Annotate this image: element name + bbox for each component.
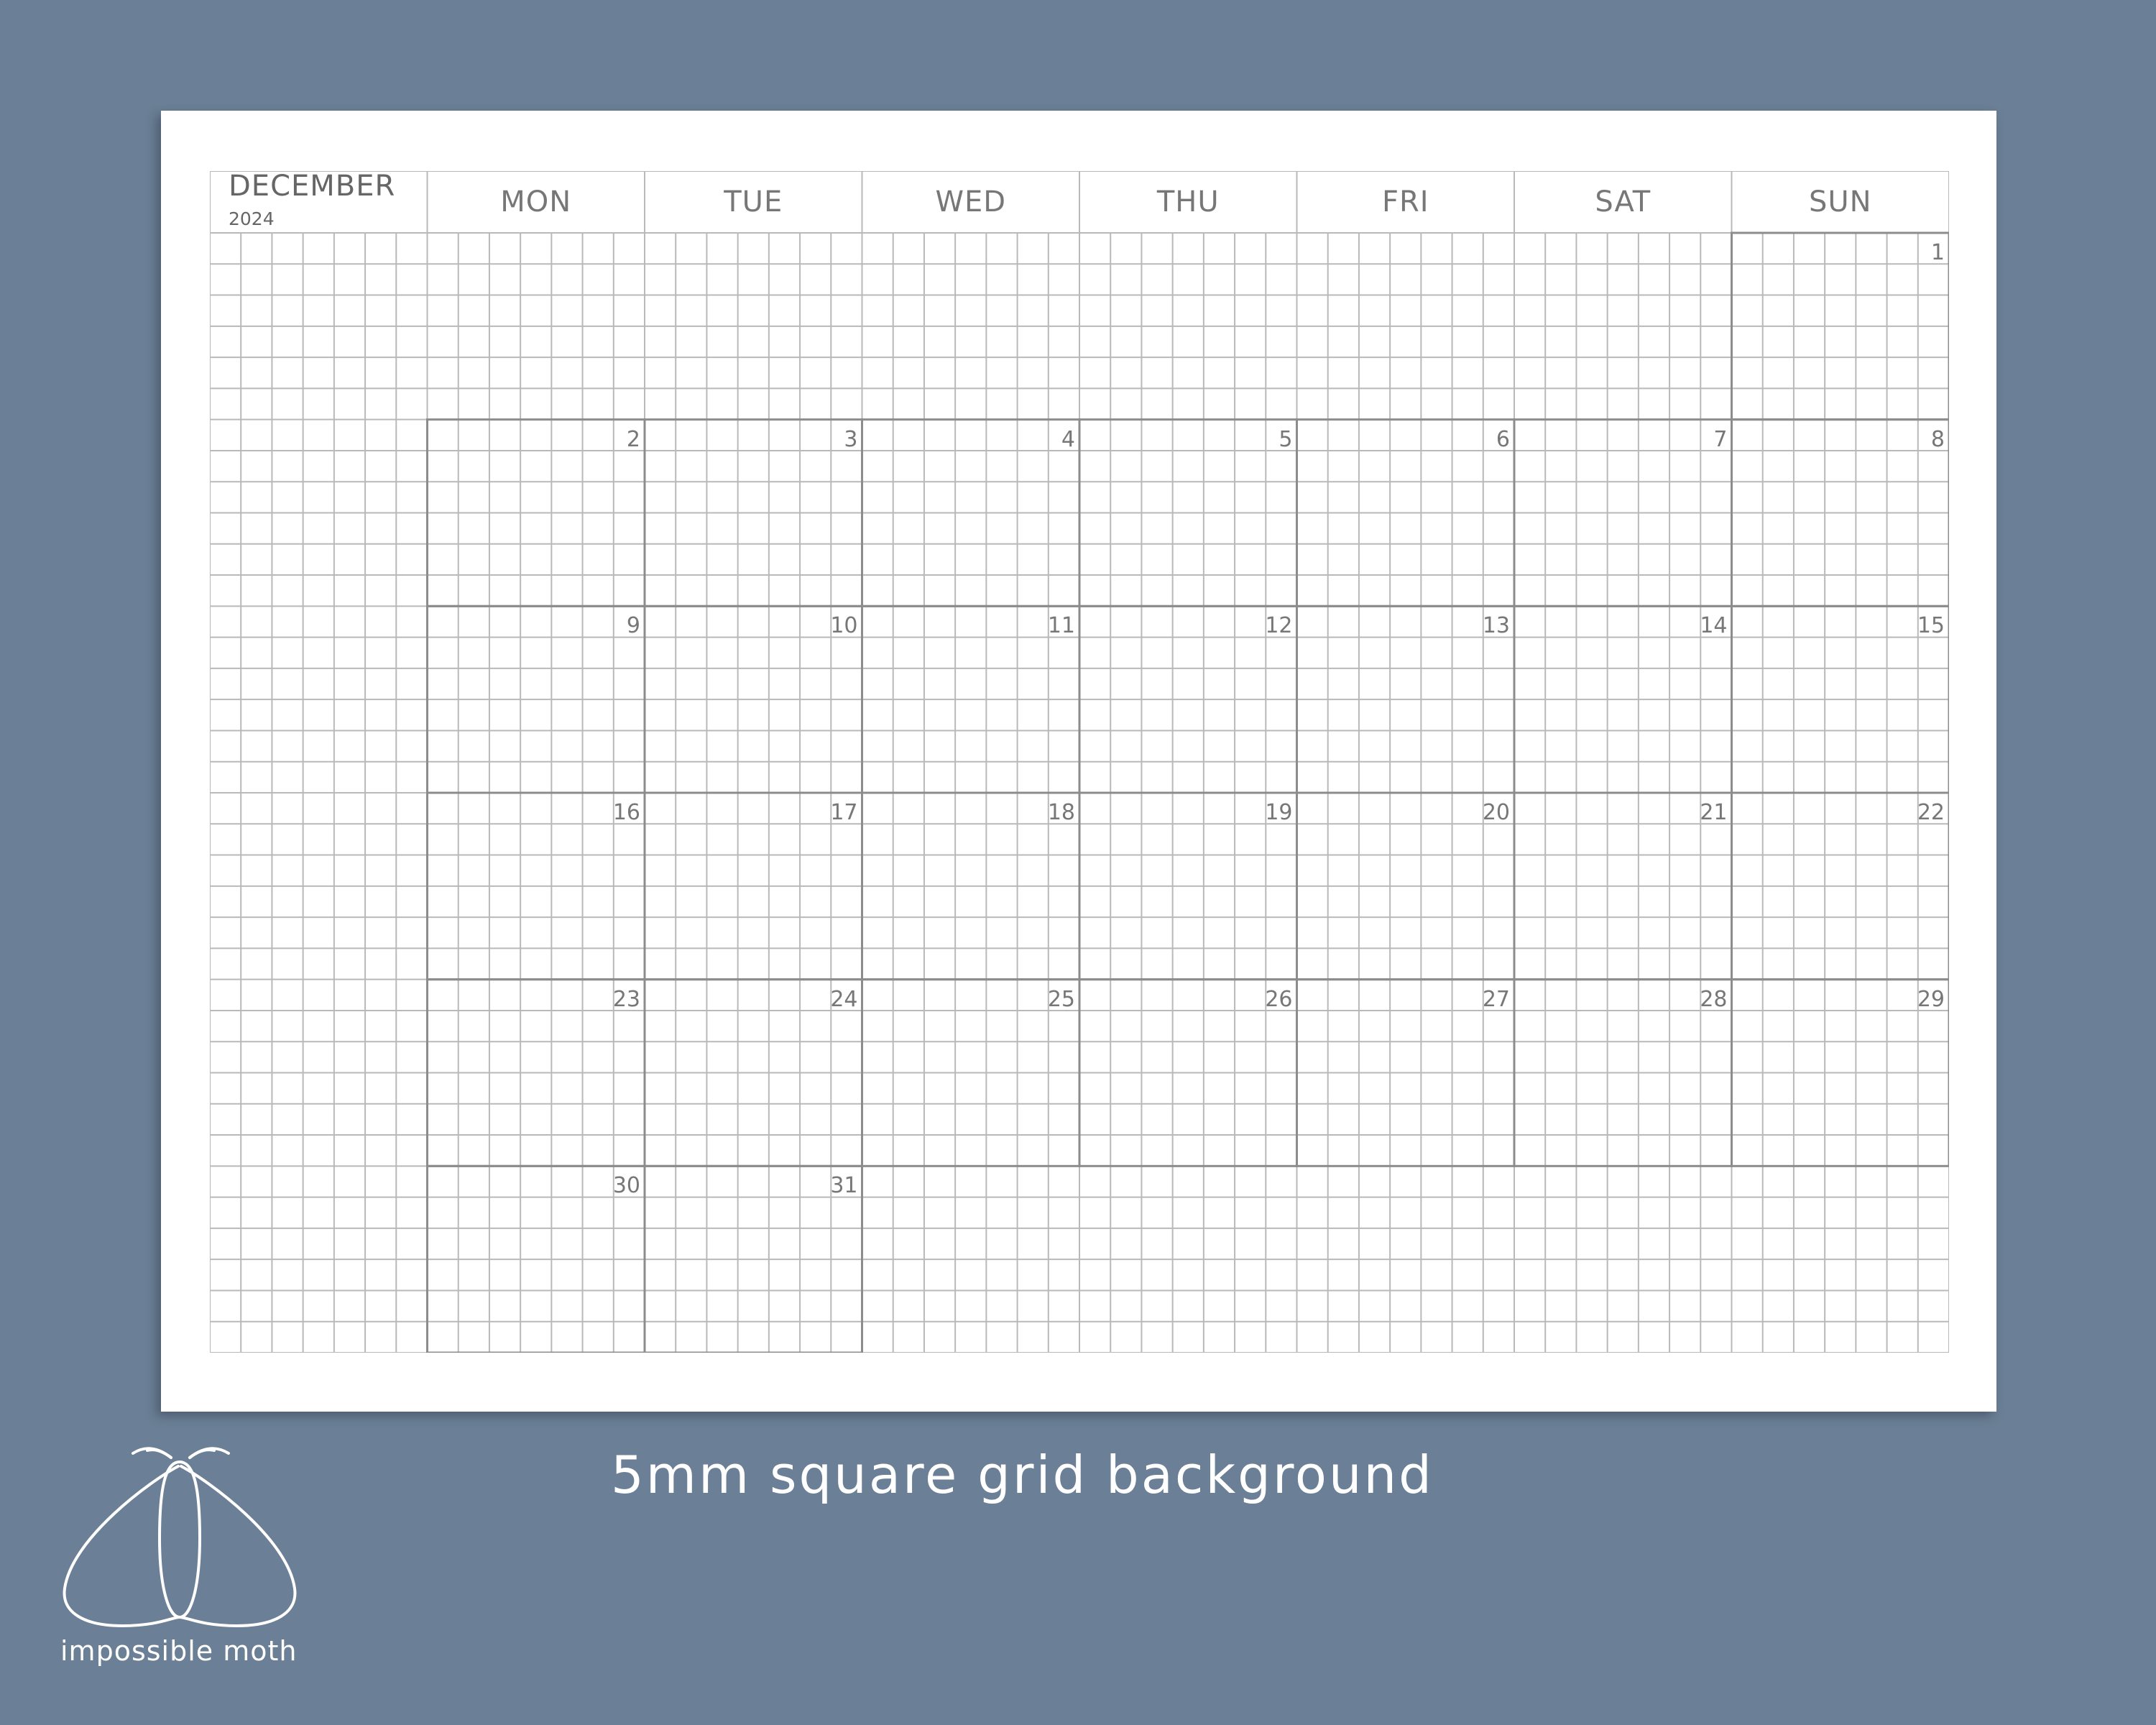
- day-number: 11: [1047, 613, 1075, 639]
- brand-name: impossible moth: [60, 1635, 298, 1667]
- day-number: 2: [626, 426, 640, 452]
- day-number: 14: [1700, 613, 1728, 639]
- day-number: 3: [844, 426, 858, 452]
- month-label: DECEMBER: [229, 170, 396, 203]
- weekday-sun: SUN: [1808, 185, 1872, 218]
- day-number: 17: [830, 800, 858, 825]
- moth-logo-icon: [63, 1447, 297, 1628]
- weekday-fri: FRI: [1381, 185, 1429, 218]
- day-number: 4: [1061, 426, 1075, 452]
- day-number: 27: [1482, 986, 1510, 1012]
- day-number: 6: [1496, 426, 1510, 452]
- day-number: 26: [1265, 986, 1293, 1012]
- year-label: 2024: [229, 208, 275, 229]
- day-number: 30: [612, 1173, 640, 1199]
- day-number: 7: [1713, 426, 1728, 452]
- day-number: 19: [1265, 800, 1293, 825]
- weekday-sat: SAT: [1595, 185, 1651, 218]
- day-number: 22: [1917, 800, 1945, 825]
- day-number: 15: [1917, 613, 1945, 639]
- day-number: 5: [1279, 426, 1293, 452]
- day-number: 12: [1265, 613, 1293, 639]
- weekday-tue: TUE: [724, 185, 783, 218]
- day-number: 31: [830, 1173, 858, 1199]
- calendar-page: DECEMBER 2024 MON TUE WED THU FRI SAT SUN 1234…: [161, 111, 1996, 1412]
- weekday-thu: THU: [1156, 185, 1220, 218]
- day-number: 1: [1930, 240, 1945, 265]
- day-number: 9: [626, 613, 640, 639]
- grid-lines: [210, 171, 1949, 1353]
- caption: 5mm square grid background: [611, 1445, 1434, 1505]
- day-number: 25: [1047, 986, 1075, 1012]
- day-number: 21: [1700, 800, 1728, 825]
- day-number: 18: [1047, 800, 1075, 825]
- day-number: 13: [1482, 613, 1510, 639]
- day-number: 23: [612, 986, 640, 1012]
- weekday-wed: WED: [935, 185, 1007, 218]
- weekday-mon: MON: [500, 185, 572, 218]
- day-number: 16: [612, 800, 640, 825]
- day-number: 10: [830, 613, 858, 639]
- day-number: 29: [1917, 986, 1945, 1012]
- day-number: 28: [1700, 986, 1728, 1012]
- month-grid: DECEMBER 2024 MON TUE WED THU FRI SAT SUN 1234…: [210, 170, 1949, 1353]
- day-number: 20: [1482, 800, 1510, 825]
- day-number: 24: [830, 986, 858, 1012]
- day-number: 8: [1930, 426, 1945, 452]
